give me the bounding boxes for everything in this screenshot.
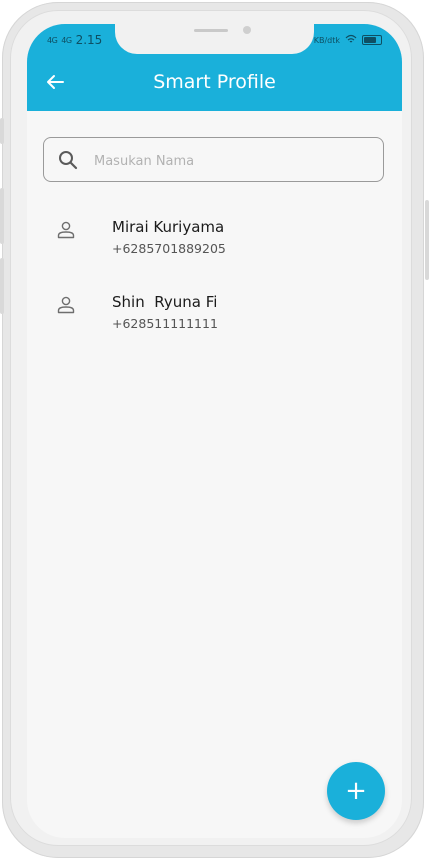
page-title: Smart Profile xyxy=(153,71,276,93)
status-time: 2.15 xyxy=(75,33,103,47)
speaker-grille xyxy=(194,29,228,32)
volume-down-button xyxy=(0,258,4,314)
signal-indicator: 4G xyxy=(47,35,58,45)
add-contact-button[interactable]: + xyxy=(327,762,385,820)
contact-name: Mirai Kuriyama xyxy=(112,218,225,236)
power-button xyxy=(425,200,429,280)
plus-icon: + xyxy=(345,776,367,806)
search-box[interactable] xyxy=(43,137,384,182)
phone-side-button xyxy=(0,118,4,144)
app-screen: 4G 4G 2.15 0,3 KB/dtk Smart Profile Masu… xyxy=(27,24,402,838)
contact-list-item[interactable]: Mirai Kuriyama +6285701889205 xyxy=(27,212,402,268)
front-camera xyxy=(243,26,251,34)
battery-icon xyxy=(362,35,382,45)
search-input[interactable] xyxy=(92,146,376,176)
contact-phone: +6285701889205 xyxy=(112,241,226,256)
contact-list-item[interactable]: Shin Ryuna Fi +628511111111 xyxy=(27,287,402,343)
search-icon xyxy=(59,151,78,170)
person-icon xyxy=(57,296,75,314)
wifi-icon xyxy=(345,34,357,46)
person-icon xyxy=(57,221,75,239)
status-bar-left: 4G 4G 2.15 xyxy=(47,32,102,48)
phone-notch xyxy=(115,24,314,54)
signal-indicator-2: 4G xyxy=(61,35,72,45)
volume-up-button xyxy=(0,188,4,244)
contact-phone: +628511111111 xyxy=(112,316,218,331)
contact-name: Shin Ryuna Fi xyxy=(112,293,218,311)
